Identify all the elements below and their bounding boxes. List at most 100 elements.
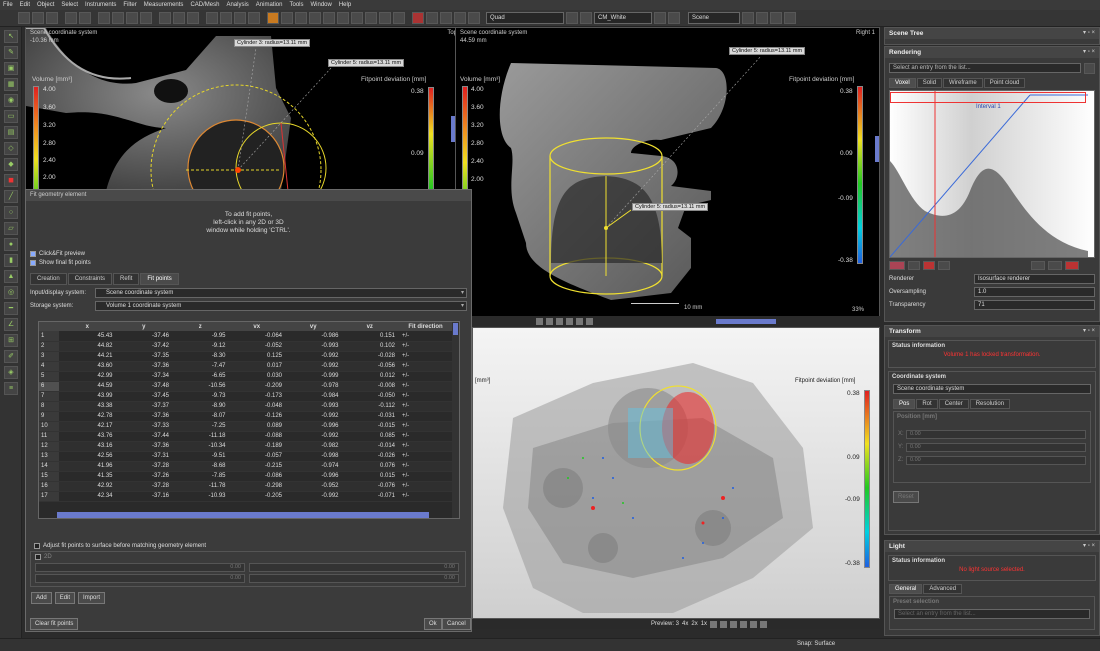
nav-icon[interactable] xyxy=(536,317,543,325)
delete-icon[interactable] xyxy=(140,12,152,24)
3d-tool-icon[interactable] xyxy=(730,620,738,628)
rotate-icon[interactable] xyxy=(173,12,185,24)
tab-constraints[interactable]: Constraints xyxy=(67,273,113,285)
torus-icon[interactable]: ◎ xyxy=(4,286,18,299)
angle-tool-icon[interactable]: ∠ xyxy=(4,318,18,331)
remove-icon[interactable] xyxy=(923,261,935,270)
menu-edit[interactable]: Edit xyxy=(20,2,30,8)
2d-y-field[interactable]: 0.00 xyxy=(35,574,245,583)
right-view[interactable]: Scene coordinate system 44.59 mm Right 1… xyxy=(455,27,880,317)
select-icon[interactable] xyxy=(206,12,218,24)
right-view-hscroll[interactable] xyxy=(716,318,776,324)
scene-tree-title[interactable]: Scene Tree ▾ ▫ × xyxy=(885,28,1099,39)
cut-icon[interactable] xyxy=(98,12,110,24)
tab-creation[interactable]: Creation xyxy=(30,273,67,285)
coord-select[interactable]: Scene coordinate system xyxy=(893,384,1091,394)
tab-wireframe[interactable]: Wireframe xyxy=(943,78,983,88)
transfer-function-editor[interactable]: Interval 1 xyxy=(889,90,1095,258)
top-view[interactable]: Scene coordinate system -10.36 mm Top 1 … xyxy=(25,27,467,190)
menu-object[interactable]: Object xyxy=(37,2,54,8)
new-icon[interactable] xyxy=(18,12,30,24)
paint-icon[interactable]: ◈ xyxy=(4,366,18,379)
crop-icon[interactable] xyxy=(546,317,553,325)
table-row[interactable]: 1 45.43 -37.46 -9.95 -0.064 -0.986 0.151 +/- xyxy=(39,331,453,342)
table-row[interactable]: 3 44.21 -37.35 -8.30 0.125 -0.992 -0.028 +/- xyxy=(39,351,453,362)
wrench-icon[interactable] xyxy=(654,12,666,24)
table-row[interactable]: 10 42.17 -37.33 -7.25 0.089 -0.996 -0.015 +/- xyxy=(39,421,453,432)
pos-z-field[interactable]: 0.00 xyxy=(906,455,1086,465)
menu-cad-mesh[interactable]: CAD/Mesh xyxy=(190,2,219,8)
table-row[interactable]: 8 43.38 -37.37 -8.90 -0.048 -0.993 -0.112 +/- xyxy=(39,401,453,412)
green-pen-icon[interactable]: ✐ xyxy=(4,350,18,363)
table-row[interactable]: 7 43.99 -37.45 -9.73 -0.173 -0.984 -0.050 +/- xyxy=(39,391,453,402)
tab-advanced[interactable]: Advanced xyxy=(923,584,963,594)
angle-icon[interactable] xyxy=(309,12,321,24)
open-icon[interactable] xyxy=(32,12,44,24)
panel-controls-icon[interactable]: ▾ ▫ × xyxy=(1083,326,1095,337)
menu-measurements[interactable]: Measurements xyxy=(144,2,184,8)
menu-tools[interactable]: Tools xyxy=(289,2,303,8)
brush-icon[interactable]: ▦ xyxy=(4,78,18,91)
circle-icon[interactable]: ○ xyxy=(4,206,18,219)
cylinder-icon[interactable]: ▮ xyxy=(4,254,18,267)
line-icon[interactable]: ╱ xyxy=(4,190,18,203)
3d-tool-icon[interactable] xyxy=(750,620,758,628)
fit-tool-icon[interactable]: ◼ xyxy=(4,174,18,187)
import-button[interactable]: Import xyxy=(78,592,106,604)
column-header[interactable]: x xyxy=(59,322,116,331)
3d-tool-icon[interactable] xyxy=(710,620,718,628)
screen-icon[interactable] xyxy=(756,12,768,24)
mesh-icon[interactable]: ⊞ xyxy=(4,334,18,347)
clear-icon[interactable] xyxy=(1065,261,1079,270)
column-header[interactable]: vx xyxy=(228,322,285,331)
colormap-combo[interactable]: CM_White xyxy=(594,12,652,24)
clip-icon[interactable] xyxy=(379,12,391,24)
tab-general[interactable]: General xyxy=(889,584,923,594)
show-final-fit-points-checkbox[interactable]: Show final fit points xyxy=(30,258,471,267)
light-icon[interactable] xyxy=(454,12,466,24)
fit-view-icon[interactable] xyxy=(566,317,573,325)
layers-icon[interactable]: ≡ xyxy=(4,382,18,395)
gradient-icon[interactable] xyxy=(908,261,920,270)
input-system-select[interactable]: Scene coordinate system xyxy=(95,287,467,298)
zoom-2x[interactable]: 2x xyxy=(691,621,697,627)
light-preset-select[interactable]: Select an entry from the list... xyxy=(894,609,1090,619)
tab-resolution[interactable]: Resolution xyxy=(969,399,1011,409)
measure-icon[interactable] xyxy=(281,12,293,24)
table-row[interactable]: 15 41.35 -37.26 -7.85 -0.086 -0.996 0.015 +/- xyxy=(39,471,453,482)
auto-icon[interactable] xyxy=(1048,261,1062,270)
2d-y2-field[interactable]: 0.00 xyxy=(249,574,459,583)
reset-view-icon[interactable] xyxy=(576,317,583,325)
palette-icon[interactable] xyxy=(889,261,905,270)
pointer-icon[interactable]: ↖ xyxy=(4,30,18,43)
histogram-icon[interactable] xyxy=(1031,261,1045,270)
cone-icon[interactable]: ▲ xyxy=(4,270,18,283)
2d-checkbox[interactable]: 2D xyxy=(35,552,465,561)
column-header[interactable]: z xyxy=(172,322,229,331)
ok-button[interactable]: Ok xyxy=(424,618,442,630)
tab-solid[interactable]: Solid xyxy=(916,78,943,88)
interval-bar[interactable] xyxy=(890,92,1086,103)
menu-analysis[interactable]: Analysis xyxy=(226,2,248,8)
oversampling-field[interactable]: 1.0 xyxy=(974,287,1095,297)
table-row[interactable]: 6 44.59 -37.48 -10.56 -0.209 -0.978 -0.008 +/- xyxy=(39,381,453,392)
adjust-fit-points-checkbox[interactable]: Adjust fit points to surface before matc… xyxy=(34,541,206,550)
table-row[interactable]: 16 42.92 -37.28 -11.78 -0.298 -0.952 -0.076 +/- xyxy=(39,481,453,492)
flip-icon[interactable] xyxy=(556,317,563,325)
tab-point-cloud[interactable]: Point cloud xyxy=(983,78,1026,88)
save-preset-icon[interactable] xyxy=(1084,62,1095,74)
scene-combo[interactable]: Scene xyxy=(688,12,740,24)
3d-tool-icon[interactable] xyxy=(720,620,728,628)
undo-icon[interactable] xyxy=(65,12,77,24)
distance-icon[interactable] xyxy=(295,12,307,24)
ruler-icon[interactable]: ━ xyxy=(4,302,18,315)
rendering-title[interactable]: Rendering ▾ ▫ × xyxy=(885,47,1099,58)
edit-button[interactable]: Edit xyxy=(54,592,76,604)
zoom-icon[interactable] xyxy=(187,12,199,24)
shrink-icon[interactable]: ◆ xyxy=(4,158,18,171)
section-icon[interactable] xyxy=(365,12,377,24)
fit-points-table[interactable]: x y z vx vy vz Fit direction 1 45.43 -37.46 -9.95… xyxy=(38,321,460,519)
tab-rot[interactable]: Rot xyxy=(916,399,938,409)
sphere-icon[interactable]: ● xyxy=(4,238,18,251)
plane-icon[interactable]: ▱ xyxy=(4,222,18,235)
